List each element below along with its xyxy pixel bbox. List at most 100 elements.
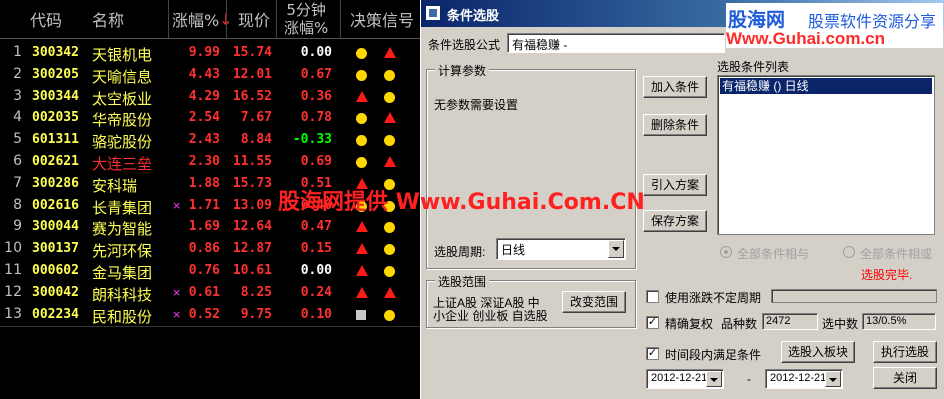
period-select[interactable]: 日线 (496, 238, 626, 260)
range-group: 选股范围 上证A股 深证A股 中 小企业 创业板 自选股 改变范围 (426, 273, 636, 328)
header-pct[interactable]: 涨幅% ↓ (172, 0, 233, 38)
time-range-checkbox[interactable]: ✓ (646, 347, 659, 360)
table-row[interactable]: 11 000602 金马集团 0.76 10.61 0.00 (0, 260, 420, 282)
current-price: 8.84 (240, 132, 272, 148)
use-period-label: 使用涨跌不定周期 (665, 291, 762, 305)
stock-code: 002234 (32, 306, 79, 322)
header-5min-top: 5分钟 (286, 1, 326, 19)
yellow-dot-icon (356, 48, 367, 59)
radio-or[interactable] (843, 246, 855, 258)
current-price: 16.52 (232, 88, 272, 104)
table-row[interactable]: 6 002621 大连三垒 2.30 11.55 0.69 (0, 151, 420, 173)
date-separator: - (747, 372, 751, 386)
change-pct: 9.99 (188, 45, 220, 60)
red-triangle-up-icon (356, 286, 368, 298)
run-selection-button[interactable]: 执行选股 (873, 341, 937, 363)
condition-list-item[interactable]: 有福稳赚 () 日线 (720, 78, 932, 94)
table-row[interactable]: 9 300044 赛为智能 1.69 12.64 0.47 (0, 216, 420, 238)
dialog-title: 条件选股 (447, 8, 500, 23)
change-pct: 0.76 (188, 263, 220, 278)
yellow-dot-icon (384, 309, 395, 321)
stock-name: 安科瑞 (92, 176, 138, 195)
date-from-picker[interactable]: 2012-12-21 (646, 369, 724, 389)
header-code[interactable]: 代码 (30, 0, 62, 38)
logo-brand: 股海网 (728, 9, 786, 31)
stock-name: 金马集团 (92, 264, 153, 282)
yellow-dot-icon (384, 244, 395, 256)
five-min-change: 0.69 (300, 154, 332, 169)
header-divider (168, 0, 169, 38)
table-row[interactable]: 4 002035 华帝股份 2.54 7.67 0.78 (0, 107, 420, 129)
table-row[interactable]: 10 300137 先河环保 0.86 12.87 0.15 (0, 238, 420, 260)
period-range-bar (771, 289, 937, 303)
change-range-button[interactable]: 改变范围 (562, 291, 626, 313)
to-board-button[interactable]: 选股入板块 (781, 341, 855, 363)
change-pct: 0.52 (188, 306, 220, 322)
red-triangle-up-icon (356, 265, 368, 276)
table-row[interactable]: 1 300342 天银机电 9.99 15.74 0.00 (0, 42, 420, 64)
period-label: 选股周期: (434, 245, 486, 259)
table-row[interactable]: 13 002234 民和股份 × 0.52 9.75 0.10 (0, 304, 420, 326)
row-index: 7 (13, 174, 22, 191)
change-pct: 4.29 (188, 88, 220, 104)
site-logo-watermark: 股海网 股票软件资源分享 Www.Guhai.com.cn (726, 3, 943, 48)
chevron-down-icon[interactable] (608, 240, 624, 258)
row-index: 5 (13, 131, 22, 148)
yellow-dot-icon (356, 157, 367, 168)
change-pct: 4.43 (188, 66, 220, 82)
change-pct: 1.88 (188, 175, 220, 191)
row-index: 10 (4, 240, 22, 257)
red-triangle-up-icon (384, 286, 396, 298)
condition-list-label: 选股条件列表 (717, 60, 790, 74)
row-index: 12 (4, 283, 22, 300)
import-scheme-button[interactable]: 引入方案 (643, 174, 707, 196)
date-to-picker[interactable]: 2012-12-21 (765, 369, 843, 389)
header-5min[interactable]: 5分钟 涨幅% (284, 0, 328, 38)
stock-code: 300286 (32, 175, 79, 191)
chevron-down-icon[interactable] (825, 371, 841, 387)
params-text: 无参数需要设置 (434, 98, 519, 112)
formula-combobox[interactable]: 有福稳赚 - (507, 33, 725, 53)
logo-url: Www.Guhai.com.cn (726, 29, 885, 48)
current-price: 12.01 (232, 66, 272, 82)
current-price: 11.55 (232, 154, 272, 169)
save-scheme-button[interactable]: 保存方案 (643, 210, 707, 232)
change-pct: 0.86 (188, 241, 220, 257)
selected-label: 选中数 (822, 317, 859, 331)
stock-name: 赛为智能 (92, 220, 153, 239)
radio-and[interactable] (720, 246, 732, 258)
change-pct: 2.30 (188, 154, 220, 169)
stock-code: 000602 (32, 263, 79, 278)
header-name[interactable]: 名称 (92, 0, 124, 38)
five-min-change: 0.47 (300, 219, 332, 235)
yellow-dot-icon (384, 69, 395, 81)
row-index: 2 (13, 65, 22, 82)
row-index: 3 (13, 87, 22, 104)
range-group-title: 选股范围 (435, 273, 490, 290)
header-pct-label: 涨幅% (172, 11, 220, 30)
condition-list[interactable]: 有福稳赚 () 日线 (717, 75, 935, 235)
center-watermark: 股海网提供 Www.Guhai.Com.CN (278, 190, 645, 215)
stock-code: 300044 (32, 219, 79, 235)
params-group-title: 计算参数 (435, 62, 490, 79)
yellow-dot-icon (384, 266, 395, 277)
stock-name: 太空板业 (92, 89, 153, 108)
row-index: 1 (13, 44, 22, 60)
table-row[interactable]: 3 300344 太空板业 4.29 16.52 0.36 (0, 86, 420, 108)
table-row[interactable]: 5 601311 骆驼股份 2.43 8.84 -0.33 (0, 129, 420, 151)
period-value: 日线 (501, 243, 526, 257)
table-row[interactable]: 2 300205 天喻信息 4.43 12.01 0.67 (0, 64, 420, 86)
close-button[interactable]: 关闭 (873, 367, 937, 389)
chevron-down-icon[interactable] (706, 371, 722, 387)
table-row[interactable]: 12 300042 朗科科技 × 0.61 8.25 0.24 (0, 282, 420, 304)
count-value: 2472 (762, 313, 818, 330)
exact-restore-checkbox[interactable]: ✓ (646, 316, 659, 329)
stock-name: 华帝股份 (92, 111, 153, 130)
use-period-checkbox[interactable] (646, 290, 659, 303)
stock-name: 长青集团 (92, 198, 153, 217)
header-signal[interactable]: 决策信号 (350, 0, 414, 38)
add-condition-button[interactable]: 加入条件 (643, 76, 707, 98)
delete-condition-button[interactable]: 删除条件 (643, 114, 707, 136)
header-price[interactable]: 现价 (238, 0, 270, 38)
stock-code: 002035 (32, 110, 79, 126)
